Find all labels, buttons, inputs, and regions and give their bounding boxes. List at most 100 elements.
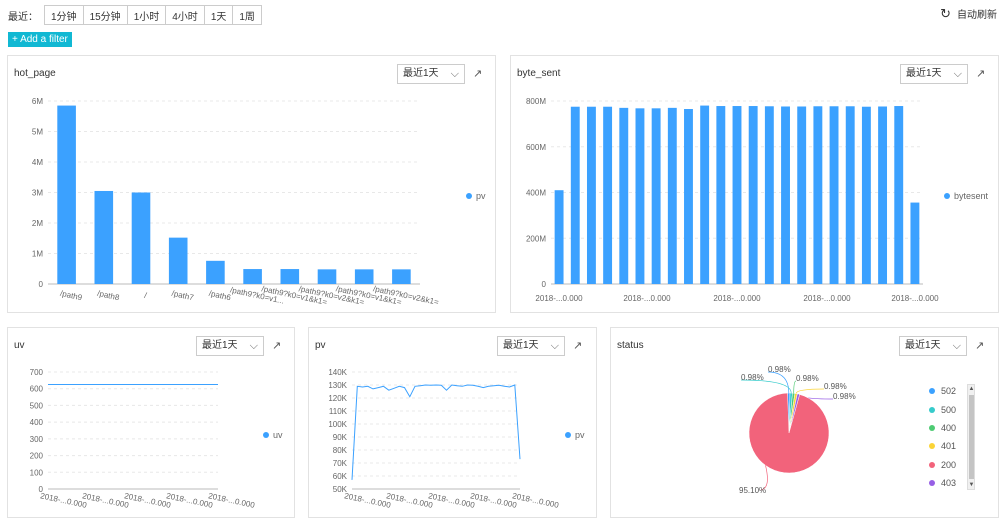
chart-legend[interactable]: pv [466, 191, 486, 201]
x-tick-label: 2018-...0.000 [803, 294, 851, 303]
x-tick-label: /path6 [208, 289, 232, 303]
x-tick-label: 2018-...0.000 [535, 294, 583, 303]
x-tick-label: 2018-...0.000 [166, 491, 215, 510]
slice-label: 0.98% [833, 392, 856, 401]
bar [667, 107, 677, 284]
bar [317, 269, 337, 284]
legend-dot [929, 480, 935, 487]
scroll-thumb[interactable] [969, 395, 974, 479]
bar [619, 107, 629, 284]
y-tick-label: 800M [526, 97, 546, 106]
bar [910, 202, 920, 284]
legend-label: 401 [941, 441, 957, 452]
y-tick-label: 110K [329, 407, 348, 416]
auto-refresh-toggle[interactable]: ↻ 自动刷新 [940, 5, 997, 22]
slice-label: 0.98% [824, 382, 847, 391]
panel-byte-sent: byte_sent 最近1天 ⌵ ↗ 0 200M 400M 600M 800M 2018… [510, 55, 999, 313]
bar [570, 106, 580, 284]
y-tick-label: 600M [526, 143, 546, 152]
legend-dot [929, 406, 935, 413]
bar [878, 106, 888, 284]
bar [206, 260, 225, 284]
y-tick-label: 6M [32, 97, 43, 106]
bar [280, 269, 300, 284]
panel-pv: pv 最近1天 ⌵ ↗ 50K 60K 70K 80K 90K 100K 110K 120K 1… [308, 327, 597, 518]
bar [813, 106, 823, 284]
chart-legend[interactable]: uv [263, 430, 283, 440]
x-tick-label: 2018-...0.000 [512, 491, 561, 510]
chart-legend[interactable]: bytesent [944, 191, 988, 201]
range-1day-button[interactable]: 1天 [204, 6, 234, 24]
bar [603, 106, 613, 284]
legend-dot [944, 193, 950, 199]
y-tick-label: 0 [39, 280, 44, 289]
chart-legend[interactable]: pv [565, 430, 585, 440]
bar [392, 269, 411, 284]
y-tick-label: 200M [526, 234, 546, 243]
bar [764, 106, 774, 284]
bar [635, 108, 645, 284]
bar [700, 105, 710, 284]
recent-label: 最近： [8, 11, 38, 23]
legend-scrollbar[interactable]: ▲ ▼ [967, 384, 975, 490]
y-tick-label: 100 [30, 468, 44, 477]
y-tick-label: 80K [333, 446, 348, 455]
range-15min-button[interactable]: 15分钟 [83, 6, 128, 24]
y-tick-label: 200 [30, 452, 44, 461]
add-filter-button[interactable]: + Add a filter [8, 32, 72, 47]
expand-icon[interactable]: ↗ [975, 339, 984, 352]
legend-label: 200 [941, 459, 957, 470]
scroll-up-icon[interactable]: ▲ [968, 385, 975, 393]
legend-dot [929, 424, 935, 431]
x-tick-label: / [143, 291, 148, 300]
panel-hot-page: hot_page 最近1天 ⌵ ↗ 0 1M 2M 3M 4M 5M 6M/path9/pa… [7, 55, 496, 313]
x-tick-label: /path9 [59, 289, 83, 303]
x-tick-label: 2018-...0.000 [386, 491, 435, 510]
range-1min-button[interactable]: 1分钟 [45, 6, 84, 24]
status-pie-chart: 0.98%0.98% 0.98%0.98%0.98%95.10% [739, 365, 856, 495]
legend-label: 403 [941, 478, 957, 489]
bar [554, 190, 564, 284]
y-tick-label: 140K [328, 368, 347, 377]
slice-label: 0.98% [768, 365, 791, 374]
x-tick-label: 2018-...0.000 [623, 294, 671, 303]
y-tick-label: 500 [30, 401, 44, 410]
legend-label: 500 [941, 404, 957, 415]
legend-label: bytesent [954, 191, 989, 201]
y-tick-label: 1M [32, 250, 43, 259]
y-tick-label: 60K [333, 472, 348, 481]
legend-dot [565, 432, 571, 438]
scroll-down-icon[interactable]: ▼ [968, 481, 975, 489]
bar [586, 106, 596, 284]
x-tick-label: 2018-...0.000 [82, 491, 131, 510]
range-1hour-button[interactable]: 1小时 [127, 6, 167, 24]
label-leader-line [767, 371, 790, 394]
range-4hour-button[interactable]: 4小时 [166, 6, 205, 24]
slice-label: 95.10% [739, 486, 766, 495]
legend-dot [263, 432, 269, 438]
panel-uv: uv 最近1天 ⌵ ↗ 0 100 200 300 400 500 600 700 2018-.… [7, 327, 295, 518]
bar [845, 106, 855, 284]
bar [861, 106, 871, 284]
bar [243, 269, 262, 284]
y-tick-label: 120K [328, 394, 347, 403]
uv-line-chart: 01002003004005006007002018-...0.0002018-… [30, 368, 256, 510]
y-tick-label: 3M [32, 189, 43, 198]
x-tick-label: 2018-...0.000 [40, 491, 89, 510]
bar [684, 109, 693, 284]
range-1week-button[interactable]: 1周 [233, 6, 261, 24]
bar [797, 106, 807, 284]
legend-dot [929, 461, 935, 468]
refresh-icon: ↻ [940, 5, 951, 21]
y-tick-label: 600 [30, 385, 44, 394]
x-tick-label: 2018-...0.000 [713, 294, 761, 303]
x-tick-label: /path8 [97, 289, 121, 303]
x-tick-label: 2018-...0.000 [891, 294, 939, 303]
auto-refresh-label: 自动刷新 [957, 10, 997, 21]
y-tick-label: 400 [30, 418, 44, 427]
y-tick-label: 400M [526, 189, 546, 198]
bar [94, 190, 114, 284]
y-tick-label: 90K [333, 433, 348, 442]
y-tick-label: 130K [328, 381, 347, 390]
bar [732, 106, 742, 284]
